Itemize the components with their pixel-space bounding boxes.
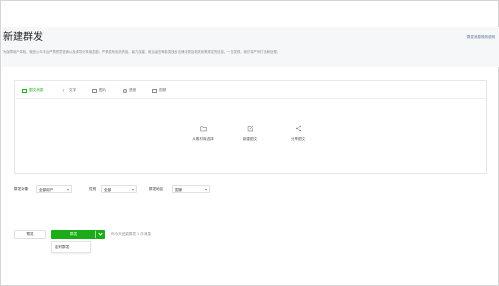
- page-frame: 新建群发 群发消息规则说明 为保障用户体验，微信公众平台严禁恶意营销以及诱导分享…: [0, 0, 499, 286]
- create-article[interactable]: 新建图文: [230, 125, 270, 142]
- message-type-tabs: 图文消息 文字 图片 语音 视频: [15, 81, 486, 99]
- send-button[interactable]: 群发: [52, 231, 95, 238]
- target-label: 群发对象: [14, 187, 29, 191]
- chevron-down-icon: [67, 188, 69, 191]
- share-article[interactable]: 分享图文: [278, 125, 318, 142]
- folder-icon: [199, 126, 207, 132]
- region-select[interactable]: 国家: [172, 185, 210, 193]
- header-band: [2, 27, 499, 67]
- chevron-down-icon: [98, 231, 103, 236]
- target-select[interactable]: 全部用户: [36, 185, 72, 193]
- send-quota-text: 你今天还能群发 1 次消息: [111, 232, 151, 236]
- gender-value: 全部: [104, 187, 112, 192]
- policy-notice: 为保障用户体验，微信公众平台严禁恶意营销以及诱导分享朋友圈，严禁发布色情低俗、暴…: [3, 50, 280, 54]
- gender-label: 性别: [89, 187, 97, 191]
- send-dropdown-menu: 定时群发: [51, 241, 91, 253]
- chevron-down-icon: [205, 188, 207, 191]
- send-dropdown-toggle[interactable]: [95, 231, 104, 238]
- tab-image-label: 图片: [99, 88, 107, 92]
- text-icon: [62, 89, 67, 93]
- tab-image[interactable]: 图片: [92, 87, 106, 94]
- scheduled-send-option[interactable]: 定时群发: [55, 245, 69, 250]
- create-article-label: 新建图文: [242, 137, 258, 141]
- voice-icon: [123, 88, 127, 93]
- select-from-library[interactable]: 从素材库选择: [183, 125, 223, 142]
- gender-select[interactable]: 全部: [101, 185, 137, 193]
- article-icon: [22, 88, 27, 93]
- page-title: 新建群发: [3, 32, 43, 43]
- region-label: 群发地区: [149, 187, 164, 191]
- rules-link[interactable]: 群发消息规则说明: [467, 35, 495, 40]
- preview-button[interactable]: 预览: [14, 230, 46, 239]
- image-icon: [92, 88, 97, 93]
- chevron-down-icon: [132, 188, 134, 191]
- tab-video-label: 视频: [159, 88, 167, 92]
- tab-text[interactable]: 文字: [62, 87, 76, 94]
- share-article-label: 分享图文: [290, 137, 306, 141]
- share-icon: [295, 125, 301, 132]
- region-value: 国家: [175, 187, 183, 192]
- tab-voice[interactable]: 语音: [123, 87, 136, 94]
- video-icon: [152, 88, 157, 93]
- send-button-group: 群发: [51, 230, 105, 239]
- tab-video[interactable]: 视频: [152, 87, 166, 94]
- tab-article-label: 图文消息: [29, 88, 44, 92]
- tab-text-label: 文字: [69, 88, 77, 92]
- target-value: 全部用户: [39, 187, 54, 192]
- edit-icon: [247, 125, 253, 132]
- select-from-library-label: 从素材库选择: [192, 137, 214, 141]
- tab-voice-label: 语音: [129, 88, 137, 92]
- tab-article[interactable]: 图文消息: [22, 87, 43, 94]
